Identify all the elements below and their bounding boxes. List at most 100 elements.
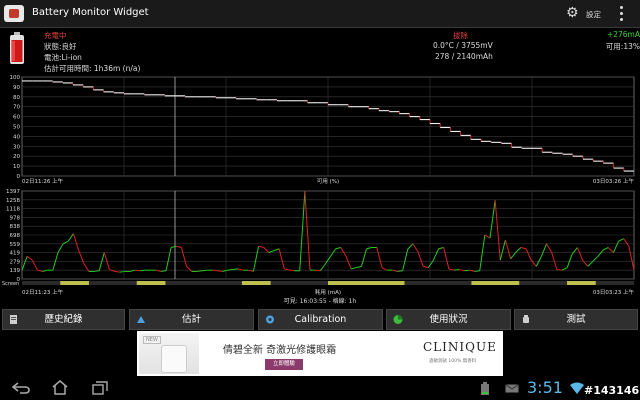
current-segment <box>278 248 285 270</box>
current-segment <box>366 247 372 250</box>
current-segment <box>176 245 182 248</box>
delta-current-text: +276mA <box>606 30 640 39</box>
y-tick-label: 978 <box>10 215 21 221</box>
history-button-label: 歷史紀錄 <box>44 314 83 325</box>
current-segment <box>180 247 188 267</box>
current-segment <box>587 261 594 267</box>
settings-label[interactable]: 設定 <box>586 9 601 20</box>
y-tick-label: 279 <box>10 259 21 265</box>
test-button[interactable]: 測試 <box>514 309 638 330</box>
current-segment <box>26 255 33 261</box>
current-segment <box>494 200 501 261</box>
y-tick-label: 100 <box>10 75 21 81</box>
temp-voltage-text: 0.0°C / 3755mV <box>433 41 493 50</box>
ad-brand-logo: CLINIQUE <box>423 340 497 354</box>
current-segment <box>602 247 609 251</box>
current-segment <box>103 252 110 270</box>
current-segment <box>21 256 28 271</box>
y-tick-label: 559 <box>10 242 21 248</box>
current-segment <box>381 267 388 271</box>
system-navigation-bar: 3:51 #143146 <box>0 376 640 400</box>
current-segment <box>319 263 326 272</box>
current-segment <box>196 270 203 272</box>
current-segment <box>351 267 357 270</box>
current-segment <box>171 245 177 248</box>
x-end-label: 03日03:26 上午 <box>593 177 635 185</box>
current-segment <box>628 246 635 271</box>
current-segment <box>412 243 419 253</box>
screen-on-segment <box>567 281 596 285</box>
current-segment <box>618 238 624 242</box>
wifi-icon <box>570 382 584 394</box>
ad-banner[interactable]: NEW 倩碧全新 奇激光修護眼霜 立即體驗 CLINIQUE 過敏測試 100%… <box>137 331 503 376</box>
current-segment <box>504 239 512 259</box>
health-text: 狀態:良好 <box>44 42 77 51</box>
current-segment <box>551 252 558 270</box>
current-segment <box>160 270 167 272</box>
battery-level-chart[interactable]: 100908070605040302010002日11:26 上午 03日03:2… <box>0 73 640 188</box>
screen-on-segment <box>136 281 166 285</box>
current-segment <box>592 255 599 262</box>
charging-status: 充電中 <box>44 31 67 40</box>
screen-on-segment <box>241 281 271 285</box>
current-segment <box>484 234 491 239</box>
app-icon[interactable] <box>4 5 24 22</box>
current-segment <box>612 240 620 253</box>
y-tick-label: 1258 <box>6 198 20 204</box>
y-tick-label: 50 <box>13 125 20 131</box>
current-segment <box>520 247 527 250</box>
current-segment <box>432 248 440 261</box>
current-segment <box>561 267 568 271</box>
gear-icon[interactable]: ⚙ <box>566 6 580 20</box>
y-tick-label: 40 <box>13 134 20 140</box>
action-bar: Battery Monitor Widget ⚙ 設定 <box>0 0 640 28</box>
battery-icon <box>10 32 24 64</box>
calibration-button[interactable]: Calibration <box>258 309 383 330</box>
screen-on-segment <box>471 281 520 285</box>
current-segment <box>443 247 450 270</box>
current-segment <box>376 247 383 268</box>
current-segment <box>165 247 172 271</box>
ad-subtext: 過敏測試 100% 無香料 <box>429 359 477 364</box>
overflow-menu-icon[interactable] <box>620 6 624 21</box>
current-segment <box>119 270 125 273</box>
y-tick-label: 10 <box>13 164 20 170</box>
ad-new-badge: NEW <box>143 336 161 344</box>
current-usage-chart[interactable]: 139712581118978838698559419279139002日11:… <box>0 187 640 307</box>
current-segment <box>474 270 480 272</box>
usage-button-label: 使用狀況 <box>429 314 468 325</box>
current-segment <box>62 240 69 245</box>
app-title: Battery Monitor Widget <box>32 7 149 18</box>
current-segment <box>607 247 614 253</box>
current-segment <box>515 247 522 253</box>
current-segment <box>453 269 460 271</box>
back-icon[interactable] <box>12 382 30 394</box>
y-tick-label: 90 <box>13 85 20 91</box>
technology-text: 電池:Li-ion <box>44 53 82 62</box>
history-button[interactable]: 歷史紀錄 <box>2 309 125 330</box>
current-segment <box>273 248 280 252</box>
x-axis-title: 可用 (%) <box>317 178 339 185</box>
ad-jar-shape <box>161 345 187 373</box>
ad-cta-button[interactable]: 立即體驗 <box>265 359 303 370</box>
calibration-icon <box>266 315 274 324</box>
mail-icon <box>505 384 519 393</box>
current-segment <box>135 269 141 272</box>
current-segment <box>227 269 233 271</box>
current-segment <box>335 247 341 250</box>
recent-apps-icon[interactable] <box>92 381 108 395</box>
y-tick-label: 0 <box>17 174 21 180</box>
current-segment <box>212 269 218 272</box>
home-icon[interactable] <box>52 380 68 395</box>
usage-icon <box>393 315 403 324</box>
y-tick-label: 20 <box>13 154 20 160</box>
estimate-button[interactable]: 估計 <box>129 309 254 330</box>
current-segment <box>597 249 604 257</box>
available-text: 可用:13% <box>605 42 640 51</box>
ad-headline: 倩碧全新 奇激光修護眼霜 <box>223 345 337 356</box>
y-tick-label: 838 <box>10 224 21 230</box>
current-segment <box>201 269 208 272</box>
test-button-label: 測試 <box>566 314 586 325</box>
current-segment <box>489 200 496 239</box>
usage-button[interactable]: 使用狀況 <box>386 309 511 330</box>
